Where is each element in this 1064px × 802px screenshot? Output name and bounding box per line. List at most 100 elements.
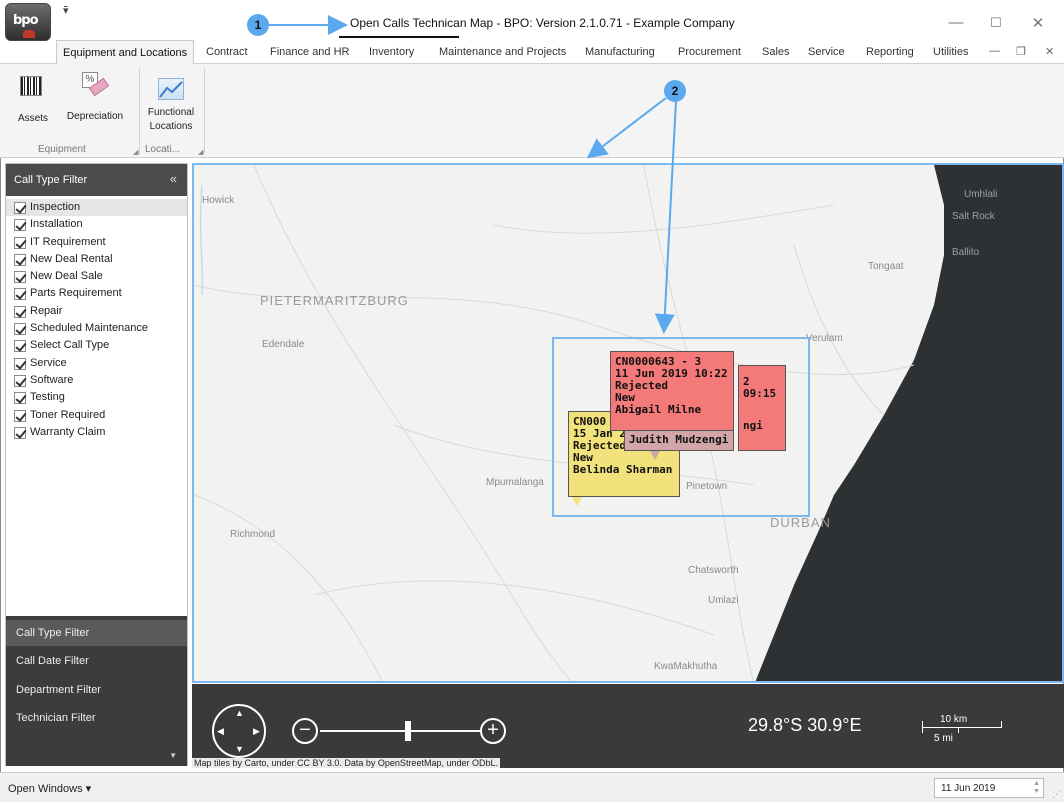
title-bar: bpo ▾̄ Open Calls Technican Map - BPO: V…: [0, 0, 1064, 41]
tab-manufacturing[interactable]: Manufacturing: [585, 46, 655, 58]
filter-item-testing[interactable]: Testing: [6, 389, 187, 406]
filter-item-select-call-type[interactable]: Select Call Type: [6, 337, 187, 354]
filter-item-software[interactable]: Software: [6, 372, 187, 389]
functional-locations-button[interactable]: Functional Locations: [143, 78, 199, 134]
zoom-slider-track[interactable]: [320, 730, 480, 732]
filter-navigation: Call Type Filter Call Date Filter Depart…: [6, 616, 187, 766]
title-underline: [339, 36, 459, 38]
mdi-close-icon[interactable]: ✕: [1045, 45, 1054, 58]
checkbox-checked-icon[interactable]: [14, 374, 26, 387]
tab-reporting[interactable]: Reporting: [866, 46, 914, 58]
checkbox-checked-icon[interactable]: [14, 305, 26, 318]
checkbox-checked-icon[interactable]: [14, 253, 26, 266]
equipment-group-launcher-icon[interactable]: ◢: [133, 148, 138, 156]
close-button[interactable]: ✕: [1028, 14, 1048, 32]
depreciation-button[interactable]: % Depreciation: [62, 72, 128, 124]
tab-inventory[interactable]: Inventory: [369, 46, 414, 58]
call-marker-red-front[interactable]: CN0000643 - 3 11 Jun 2019 10:22 Rejected…: [610, 351, 734, 431]
zoom-slider-thumb[interactable]: [405, 721, 411, 741]
locations-group-launcher-icon[interactable]: ◢: [198, 148, 203, 156]
date-picker[interactable]: 11 Jun 2019 ▲ ▼: [934, 778, 1044, 798]
place-chatsworth: Chatsworth: [688, 565, 739, 576]
callout-2: 2: [664, 80, 686, 102]
resize-grip-icon[interactable]: ⋰: [1052, 789, 1061, 800]
mdi-minimize-icon[interactable]: —: [989, 45, 1000, 57]
callout-1: 1: [247, 14, 269, 36]
filter-panel-title: Call Type Filter: [14, 174, 88, 186]
filter-label: Scheduled Maintenance: [30, 322, 149, 335]
filter-item-new-deal-sale[interactable]: New Deal Sale: [6, 268, 187, 285]
call-marker-pink[interactable]: Judith Mudzengi: [624, 429, 734, 451]
collapse-panel-icon[interactable]: «: [170, 171, 177, 186]
checkbox-checked-icon[interactable]: [14, 409, 26, 422]
checkbox-checked-icon[interactable]: [14, 426, 26, 439]
open-windows-dropdown[interactable]: Open Windows ▾: [8, 782, 91, 795]
zoom-in-button[interactable]: +: [480, 718, 506, 744]
app-logo[interactable]: bpo: [5, 3, 51, 41]
zoom-out-button[interactable]: −: [292, 718, 318, 744]
filter-item-repair[interactable]: Repair: [6, 303, 187, 320]
pan-left-icon[interactable]: ◀: [217, 726, 224, 737]
checkbox-checked-icon[interactable]: [14, 323, 26, 336]
date-spinner-icon[interactable]: ▲ ▼: [1033, 780, 1040, 796]
tab-utilities[interactable]: Utilities: [933, 46, 968, 58]
filter-item-it-requirement[interactable]: IT Requirement: [6, 234, 187, 251]
filter-item-toner-required[interactable]: Toner Required: [6, 407, 187, 424]
filter-item-new-deal-rental[interactable]: New Deal Rental: [6, 251, 187, 268]
call-type-filter-list: Inspection Installation IT Requirement N…: [6, 199, 187, 441]
filter-label: IT Requirement: [30, 235, 106, 248]
mdi-restore-icon[interactable]: ❐: [1016, 45, 1026, 58]
place-pinetown: Pinetown: [686, 481, 728, 492]
filter-label: Parts Requirement: [30, 287, 122, 300]
tab-maintenance-and-projects[interactable]: Maintenance and Projects: [439, 46, 566, 58]
ribbon-panel: Assets % Depreciation Equipment ◢ Functi…: [0, 64, 1064, 158]
pan-right-icon[interactable]: ▶: [253, 726, 260, 737]
place-pietermaritzburg: PIETERMARITZBURG: [260, 293, 409, 308]
place-durban: DURBAN: [770, 515, 831, 530]
checkbox-checked-icon[interactable]: [14, 392, 26, 405]
scale-tick: [958, 727, 959, 733]
filter-panel: Call Type Filter « Inspection Installati…: [5, 163, 188, 766]
nav-call-date-filter[interactable]: Call Date Filter: [6, 648, 187, 674]
checkbox-checked-icon[interactable]: [14, 340, 26, 353]
tab-service[interactable]: Service: [808, 46, 845, 58]
maximize-button[interactable]: ☐: [986, 15, 1006, 31]
checkbox-checked-icon[interactable]: [14, 236, 26, 249]
technician-map[interactable]: Howick Umhlali Salt Rock Ballito Tongaat…: [192, 163, 1064, 683]
marker-pointer: [572, 497, 582, 506]
quick-access-dropdown-icon[interactable]: ▾̄: [63, 4, 69, 17]
pan-up-icon[interactable]: ▲: [235, 708, 244, 718]
tab-contract[interactable]: Contract: [206, 46, 248, 58]
logo-text: bpo: [13, 13, 39, 28]
call-marker-red-back[interactable]: 2 09:15 ngi: [738, 365, 786, 451]
tab-sales[interactable]: Sales: [762, 46, 790, 58]
filter-item-warranty-claim[interactable]: Warranty Claim: [6, 424, 187, 441]
assets-button[interactable]: Assets: [18, 76, 49, 126]
nav-call-type-filter[interactable]: Call Type Filter: [6, 620, 187, 646]
checkbox-checked-icon[interactable]: [14, 357, 26, 370]
checkbox-checked-icon[interactable]: [14, 288, 26, 301]
filter-item-installation[interactable]: Installation: [6, 216, 187, 233]
nav-technician-filter[interactable]: Technician Filter: [6, 705, 187, 731]
more-options-icon[interactable]: ▼: [169, 751, 177, 760]
filter-item-inspection[interactable]: Inspection: [6, 199, 187, 217]
filter-item-scheduled-maintenance[interactable]: Scheduled Maintenance: [6, 320, 187, 337]
map-attribution: Map tiles by Carto, under CC BY 3.0. Dat…: [192, 758, 500, 770]
filter-item-parts-requirement[interactable]: Parts Requirement: [6, 285, 187, 302]
tab-procurement[interactable]: Procurement: [678, 46, 741, 58]
checkbox-checked-icon[interactable]: [14, 202, 26, 214]
checkbox-checked-icon[interactable]: [14, 219, 26, 232]
marker-line: Judith Mudzengi: [629, 433, 729, 446]
tab-finance-and-hr[interactable]: Finance and HR: [270, 46, 350, 58]
filter-item-service[interactable]: Service: [6, 355, 187, 372]
checkbox-checked-icon[interactable]: [14, 271, 26, 284]
pan-down-icon[interactable]: ▼: [235, 744, 244, 754]
nav-department-filter[interactable]: Department Filter: [6, 677, 187, 703]
tab-equipment-and-locations[interactable]: Equipment and Locations: [56, 40, 195, 65]
filter-label: Testing: [30, 391, 65, 404]
minimize-button[interactable]: —: [946, 14, 966, 31]
pan-control[interactable]: ▲ ▼ ◀ ▶: [212, 704, 266, 758]
group-label-locations: Locati...: [145, 144, 181, 155]
assets-label: Assets: [18, 113, 49, 124]
functional-locations-label-2: Locations: [149, 121, 193, 132]
